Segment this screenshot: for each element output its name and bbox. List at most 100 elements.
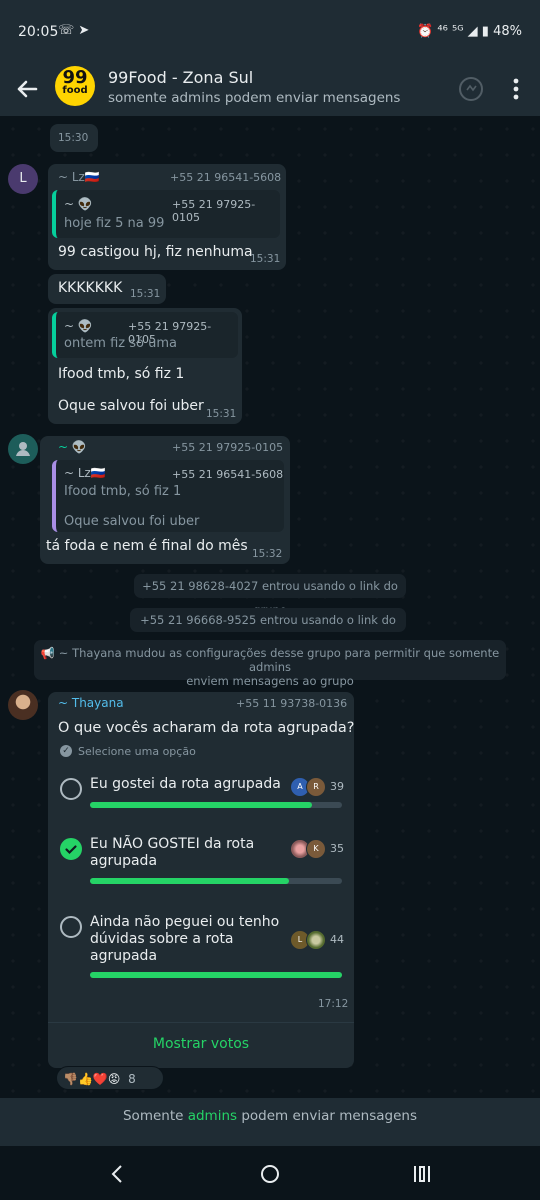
notice-suffix: podem enviar mensagens bbox=[237, 1108, 417, 1124]
poll-option-label: agrupada bbox=[90, 853, 158, 869]
message-time: 15:31 bbox=[250, 253, 281, 265]
poll-hint: Selecione uma opção bbox=[78, 745, 196, 758]
voter-initial: L bbox=[297, 935, 303, 944]
message-text: KKKKKKK bbox=[58, 280, 123, 296]
voter-initial: K bbox=[313, 844, 319, 853]
sender-phone: +55 11 93738-0136 bbox=[236, 697, 348, 710]
person-icon bbox=[16, 442, 30, 456]
message-text: Ifood tmb, só fiz 1 bbox=[58, 366, 185, 382]
message-time: 15:30 bbox=[58, 132, 89, 144]
sender-name[interactable]: ~ Lz🇷🇺 bbox=[58, 170, 100, 184]
nav-home-icon[interactable] bbox=[258, 1162, 282, 1186]
notification-icons: ☏ ➤ bbox=[58, 23, 90, 38]
nav-back-icon[interactable] bbox=[106, 1162, 130, 1186]
group-subtitle: somente admins podem enviar mensagens bbox=[108, 90, 401, 106]
voter-avatar: K bbox=[306, 839, 326, 859]
message-bubble[interactable]: 15:30 bbox=[50, 124, 98, 152]
reactions-pill[interactable]: 👎🏽👍❤️😡 8 bbox=[56, 1066, 164, 1090]
poll-option[interactable]: Eu NÃO GOSTEI da rota agrupada K 35 bbox=[48, 832, 354, 902]
checklist-icon: ✓ bbox=[60, 745, 72, 757]
avatar-letter: L bbox=[19, 171, 27, 186]
back-arrow-icon[interactable] bbox=[12, 74, 42, 104]
vote-count: 39 bbox=[330, 780, 344, 793]
poll-option-label: agrupada bbox=[90, 948, 158, 964]
poll-option-label: dúvidas sobre a rota bbox=[90, 931, 234, 947]
message-bubble[interactable]: KKKKKKK 15:31 bbox=[48, 274, 166, 304]
message-text: Oque salvou foi uber bbox=[58, 398, 204, 414]
vote-progress-fill bbox=[90, 802, 312, 808]
quoted-text: ontem fiz só uma bbox=[64, 336, 177, 351]
group-title[interactable]: 99Food - Zona Sul bbox=[108, 68, 253, 87]
admin-only-notice: Somente admins podem enviar mensagens bbox=[0, 1098, 540, 1146]
sender-phone: +55 21 97925-0105 bbox=[172, 441, 284, 454]
avatar[interactable]: L bbox=[8, 164, 38, 194]
quoted-text: Ifood tmb, só fiz 1 bbox=[64, 484, 182, 499]
status-time: 20:05 bbox=[18, 24, 59, 40]
system-message: +55 21 98628-4027 entrou usando o link d… bbox=[134, 574, 406, 617]
system-message-text: 📢 ~ Thayana mudou as configurações desse… bbox=[40, 646, 500, 674]
poll-option[interactable]: Eu gostei da rota agrupada A R 39 bbox=[48, 772, 354, 832]
message-text: tá foda e nem é final do mês bbox=[46, 538, 248, 554]
sender-phone: +55 21 96541-5608 bbox=[170, 171, 282, 184]
quoted-sender: ~ Lz🇷🇺 bbox=[64, 466, 106, 480]
notice-prefix: Somente bbox=[122, 1108, 188, 1124]
avatar[interactable] bbox=[8, 434, 38, 464]
status-bar: 20:05 ☏ ➤ ⏰ ⁴⁶ ⁵ᴳ ◢ ▮ 48% bbox=[0, 0, 540, 62]
voter-avatar bbox=[306, 930, 326, 950]
quoted-text: hoje fiz 5 na 99 bbox=[64, 216, 165, 231]
quoted-message[interactable]: ~ Lz🇷🇺 +55 21 96541-5608 Ifood tmb, só f… bbox=[52, 460, 284, 532]
sender-name[interactable]: ~ 👽 bbox=[58, 440, 87, 454]
vote-progress bbox=[90, 972, 342, 978]
chat-messages[interactable]: 15:30 L ~ Lz🇷🇺 +55 21 96541-5608 ~ 👽 +55… bbox=[0, 116, 540, 1098]
sender-name[interactable]: ~ Thayana bbox=[58, 696, 124, 710]
system-status-icons: ⏰ ⁴⁶ ⁵ᴳ ◢ ▮ bbox=[417, 24, 489, 39]
group-avatar-logo-bottom: food bbox=[62, 85, 88, 96]
message-time: 15:32 bbox=[252, 548, 283, 560]
quoted-sender: ~ 👽 bbox=[64, 197, 93, 211]
system-message: +55 21 96668-9525 entrou usando o link d… bbox=[130, 608, 406, 651]
admins-link[interactable]: admins bbox=[188, 1108, 237, 1124]
system-icons: ⏰ ⁴⁶ ⁵ᴳ ◢ ▮ 48% bbox=[417, 24, 522, 39]
radio-button[interactable] bbox=[60, 916, 82, 938]
vote-count: 35 bbox=[330, 842, 344, 855]
message-time: 17:12 bbox=[318, 998, 349, 1010]
show-votes-button[interactable]: Mostrar votos bbox=[48, 1024, 354, 1064]
vote-count: 44 bbox=[330, 933, 344, 946]
nav-recents-icon[interactable] bbox=[410, 1162, 434, 1186]
call-icon[interactable] bbox=[458, 76, 484, 102]
group-avatar[interactable]: 99 food bbox=[55, 66, 95, 106]
message-bubble[interactable]: ~ 👽 +55 21 97925-0105 ~ Lz🇷🇺 +55 21 9654… bbox=[40, 436, 290, 564]
poll-option-label: Eu NÃO GOSTEI da rota bbox=[90, 836, 255, 852]
voter-initial: A bbox=[297, 782, 303, 791]
reaction-emojis: 👎🏽👍❤️😡 bbox=[63, 1072, 121, 1086]
avatar[interactable] bbox=[8, 690, 38, 720]
show-votes-label: Mostrar votos bbox=[152, 1036, 250, 1052]
message-bubble[interactable]: ~ Lz🇷🇺 +55 21 96541-5608 ~ 👽 +55 21 9792… bbox=[48, 164, 286, 270]
message-text: 99 castigou hj, fiz nenhuma bbox=[58, 244, 253, 260]
quoted-sender: ~ 👽 bbox=[64, 319, 93, 333]
system-message: 📢 ~ Thayana mudou as configurações desse… bbox=[34, 640, 506, 688]
menu-dots-icon[interactable] bbox=[506, 76, 526, 102]
radio-button[interactable] bbox=[60, 778, 82, 800]
poll-question: O que vocês acharam da rota agrupada? bbox=[58, 720, 355, 736]
system-nav-bar bbox=[0, 1146, 540, 1200]
message-time: 15:31 bbox=[130, 288, 161, 300]
quoted-message[interactable]: ~ 👽 +55 21 97925-0105 ontem fiz só uma bbox=[52, 312, 238, 358]
quoted-message[interactable]: ~ 👽 +55 21 97925-0105 hoje fiz 5 na 99 bbox=[52, 190, 280, 238]
vote-progress-fill bbox=[90, 878, 290, 884]
voter-avatar: R bbox=[306, 777, 326, 797]
poll-bubble[interactable]: ~ Thayana +55 11 93738-0136 O que vocês … bbox=[48, 692, 354, 1068]
poll-option[interactable]: Ainda não peguei ou tenho dúvidas sobre … bbox=[48, 910, 354, 1000]
voter-initial: R bbox=[313, 782, 319, 791]
message-bubble[interactable]: ~ 👽 +55 21 97925-0105 ontem fiz só uma I… bbox=[48, 308, 242, 424]
poll-option-label: Eu gostei da rota agrupada bbox=[90, 776, 281, 792]
check-icon bbox=[65, 845, 77, 855]
reaction-count: 8 bbox=[128, 1072, 136, 1086]
vote-progress-fill bbox=[90, 972, 342, 978]
quoted-phone: +55 21 96541-5608 bbox=[172, 468, 284, 481]
vote-progress bbox=[90, 878, 342, 884]
system-message-text: enviem mensagens ao grupo bbox=[186, 674, 354, 688]
battery-level: 48% bbox=[493, 24, 522, 39]
radio-button-checked[interactable] bbox=[60, 838, 82, 860]
poll-option-label: Ainda não peguei ou tenho bbox=[90, 914, 280, 930]
